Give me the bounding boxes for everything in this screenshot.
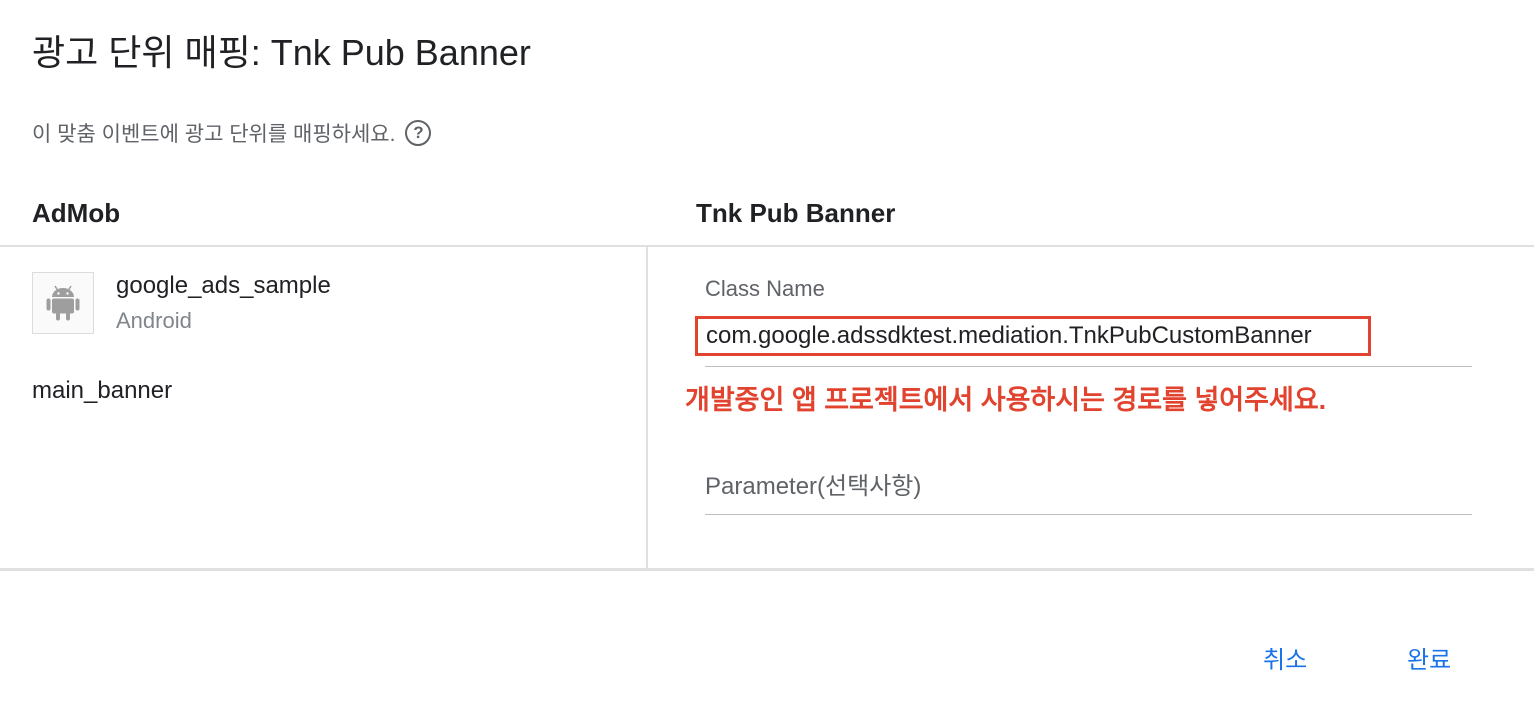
column-divider (646, 247, 648, 568)
header-divider (0, 245, 1534, 247)
column-header-network: Tnk Pub Banner (696, 198, 896, 228)
dialog-subtitle: 이 맞춤 이벤트에 광고 단위를 매핑하세요. ? (32, 118, 432, 148)
footer-divider (0, 568, 1534, 571)
class-name-input[interactable]: com.google.adssdktest.mediation.TnkPubCu… (695, 316, 1371, 356)
class-name-underline (705, 366, 1472, 367)
android-icon (32, 272, 94, 334)
annotation-note: 개발중인 앱 프로젝트에서 사용하시는 경로를 넣어주세요. (685, 385, 1327, 415)
done-button[interactable]: 완료 (1407, 640, 1451, 675)
column-header-admob: AdMob (32, 198, 121, 228)
subtitle-text: 이 맞춤 이벤트에 광고 단위를 매핑하세요. (32, 123, 396, 146)
class-name-label: Class Name (705, 276, 825, 301)
cancel-button[interactable]: 취소 (1263, 640, 1307, 675)
app-platform: Android (116, 308, 192, 333)
parameter-underline (705, 514, 1472, 515)
app-name: google_ads_sample (116, 272, 331, 299)
parameter-input[interactable]: Parameter(선택사항) (705, 466, 921, 501)
ad-unit-name: main_banner (32, 377, 173, 404)
help-icon[interactable]: ? (405, 120, 432, 146)
dialog-title: 광고 단위 매핑: Tnk Pub Banner (32, 32, 531, 73)
